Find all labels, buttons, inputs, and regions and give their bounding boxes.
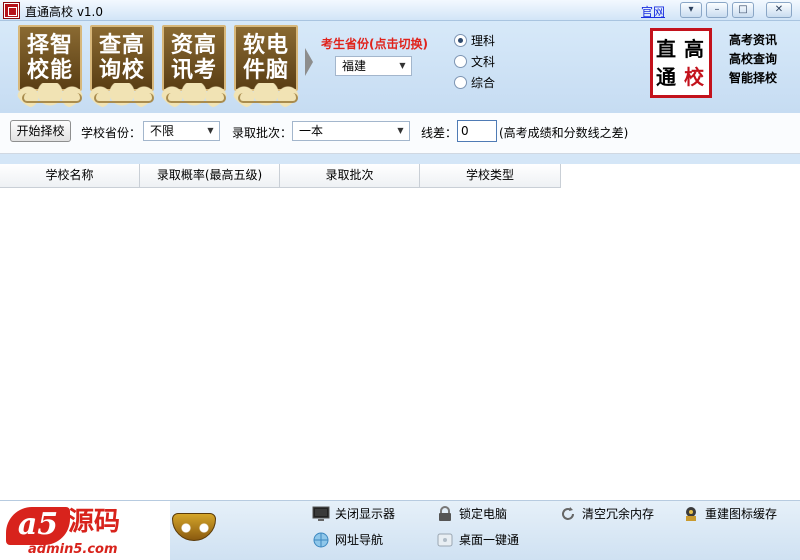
- batch-value: 一本: [299, 124, 324, 138]
- radio-label: 文科: [471, 55, 496, 69]
- column-header-school-name[interactable]: 学校名称: [0, 164, 140, 188]
- cloud-ornament: [14, 83, 86, 109]
- province-title[interactable]: 考生省份(点击切换): [321, 35, 428, 52]
- tile-text: 询校: [98, 57, 145, 83]
- tile-college-query[interactable]: 查高 询校: [86, 25, 158, 109]
- tile-panel: 软电 件脑: [234, 25, 298, 91]
- logo-char: 直: [656, 37, 676, 61]
- tool-label: 锁定电脑: [459, 507, 508, 521]
- chevron-down-icon: ▼: [399, 61, 406, 70]
- tile-panel: 查高 询校: [90, 25, 154, 91]
- score-gap-input[interactable]: 0: [457, 120, 497, 142]
- logo-char: 高: [684, 37, 704, 61]
- tool-label: 网址导航: [335, 533, 384, 547]
- bottom-toolbar: a5 源码 admin5.com 关闭显示器 锁定电脑 清空冗余内存 重建图标缓…: [0, 500, 800, 560]
- minimize-button[interactable]: –: [706, 2, 728, 18]
- close-button[interactable]: ✕: [766, 2, 792, 18]
- window-title: 直通高校 v1.0: [25, 5, 104, 19]
- radio-comprehensive[interactable]: 综合: [454, 74, 495, 91]
- chevron-down-icon: ▼: [207, 126, 214, 135]
- radio-unchecked-icon: [454, 76, 467, 89]
- app-logo: 直 高 通 校: [650, 28, 712, 98]
- tool-label: 桌面一键通: [459, 533, 520, 547]
- column-header-batch[interactable]: 录取批次: [280, 164, 420, 188]
- brand-mark: a5: [6, 507, 70, 545]
- brand-logo: a5 源码 admin5.com: [0, 501, 170, 560]
- mask-icon: [172, 513, 216, 541]
- tile-text: 讯考: [170, 57, 217, 83]
- batch-select[interactable]: 一本 ▼: [292, 121, 410, 141]
- tool-label: 重建图标缓存: [705, 507, 778, 521]
- start-select-button[interactable]: 开始择校: [10, 120, 71, 142]
- feature-news[interactable]: 高考资讯: [729, 31, 777, 48]
- results-table[interactable]: 学校名称 录取概率(最高五级) 录取批次 学校类型: [0, 164, 800, 500]
- feature-college-query[interactable]: 高校查询: [729, 50, 777, 67]
- brand-url: admin5.com: [28, 542, 118, 557]
- cloud-ornament: [86, 83, 158, 109]
- tile-text: 查高: [98, 32, 145, 58]
- arrow-right-icon: [305, 48, 313, 76]
- tile-exam-news[interactable]: 资高 讯考: [158, 25, 230, 109]
- score-gap-label: 线差：: [421, 126, 458, 140]
- radio-checked-icon: [454, 34, 467, 47]
- tile-text: 校能: [26, 57, 73, 83]
- radio-arts[interactable]: 文科: [454, 53, 495, 70]
- monitor-icon: [312, 506, 330, 521]
- tool-label: 关闭显示器: [335, 507, 396, 521]
- score-gap-note: (高考成绩和分数线之差): [499, 126, 629, 140]
- lock-icon: [439, 506, 451, 521]
- tile-smart-select[interactable]: 择智 校能: [14, 25, 86, 109]
- header: 择智 校能 查高 询校 资高 讯考 软电 件脑 考生省份(点击切换) 福建 ▼ 理科 文…: [0, 21, 800, 113]
- cloud-ornament: [230, 83, 302, 109]
- desktop-icon: [437, 533, 453, 547]
- globe-icon: [313, 532, 329, 548]
- tile-panel: 择智 校能: [18, 25, 82, 91]
- tile-text: 资高: [170, 32, 217, 58]
- school-province-select[interactable]: 不限 ▼: [143, 121, 220, 141]
- radio-label: 综合: [471, 76, 496, 90]
- tool-label: 清空冗余内存: [582, 507, 655, 521]
- menu-button[interactable]: ▾: [680, 2, 702, 18]
- refresh-icon: [562, 507, 574, 520]
- province-value: 福建: [342, 59, 367, 73]
- column-header-school-type[interactable]: 学校类型: [420, 164, 561, 188]
- tile-pc-software[interactable]: 软电 件脑: [230, 25, 302, 109]
- radio-unchecked-icon: [454, 55, 467, 68]
- tile-panel: 资高 讯考: [162, 25, 226, 91]
- tile-text: 择智: [26, 32, 73, 58]
- province-select[interactable]: 福建 ▼: [335, 56, 412, 76]
- official-site-link[interactable]: 官网: [641, 3, 665, 20]
- chevron-down-icon: ▼: [397, 126, 404, 135]
- cloud-ornament: [158, 83, 230, 109]
- filter-bar: 开始择校 学校省份： 不限 ▼ 录取批次： 一本 ▼ 线差： 0 (高考成绩和分…: [0, 113, 800, 154]
- radio-label: 理科: [471, 34, 496, 48]
- app-icon: [4, 3, 19, 18]
- maximize-button[interactable]: □: [732, 2, 754, 18]
- logo-char: 通: [656, 65, 676, 89]
- logo-char: 校: [684, 65, 704, 89]
- brand-name: 源码: [68, 507, 121, 537]
- cache-icon: [686, 507, 696, 521]
- feature-smart-select[interactable]: 智能择校: [729, 69, 777, 86]
- tile-text: 件脑: [242, 57, 289, 83]
- batch-label: 录取批次：: [232, 126, 293, 140]
- title-bar: 直通高校 v1.0 官网 ▾ – □ ✕: [0, 0, 800, 21]
- column-header-probability[interactable]: 录取概率(最高五级): [140, 164, 280, 188]
- tile-text: 软电: [242, 32, 289, 58]
- radio-science[interactable]: 理科: [454, 32, 495, 49]
- school-province-value: 不限: [150, 124, 175, 138]
- school-province-label: 学校省份：: [81, 126, 142, 140]
